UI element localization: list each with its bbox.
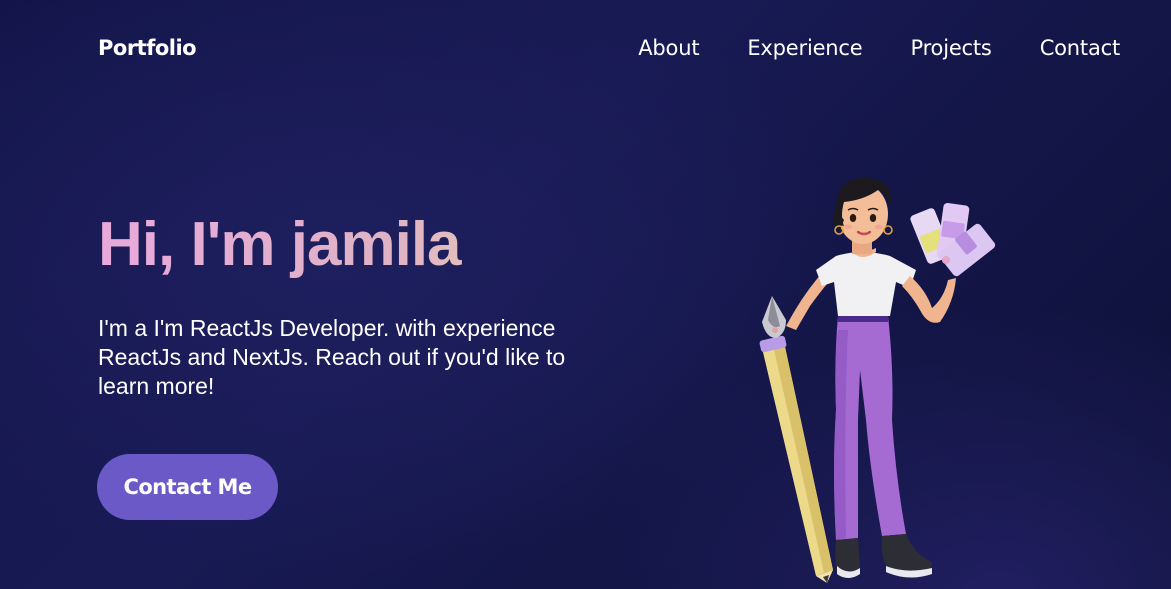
portfolio-page: Portfolio About Experience Projects Cont…	[0, 0, 1171, 589]
pencil-graphic	[759, 296, 833, 583]
shoes-graphic	[835, 534, 932, 578]
head-graphic	[832, 177, 893, 254]
nav-links: About Experience Projects Contact	[590, 36, 1120, 60]
nav-link-about[interactable]: About	[638, 36, 699, 60]
nav-item-about: About	[638, 36, 699, 60]
hero-avatar-illustration	[740, 170, 1020, 589]
navbar: Portfolio About Experience Projects Cont…	[0, 0, 1171, 100]
color-swatches-graphic	[910, 202, 996, 277]
nav-link-experience[interactable]: Experience	[747, 36, 862, 60]
hero-description: I'm a I'm ReactJs Developer. with experi…	[98, 315, 566, 399]
logo-link[interactable]: Portfolio	[98, 36, 197, 60]
contact-me-button[interactable]: Contact Me	[97, 454, 278, 520]
nav-link-contact[interactable]: Contact	[1040, 36, 1121, 60]
avatar-illustration-svg	[759, 177, 996, 583]
shirt-graphic	[816, 248, 916, 316]
nav-item-projects: Projects	[910, 36, 991, 60]
nav-item-contact: Contact	[1040, 36, 1121, 60]
pants-graphic	[834, 316, 906, 540]
hero-section: Hi, I'm jamila I'm a I'm ReactJs Develop…	[98, 205, 638, 401]
hero-title: Hi, I'm jamila	[98, 205, 638, 285]
nav-link-projects[interactable]: Projects	[910, 36, 991, 60]
nav-item-experience: Experience	[747, 36, 862, 60]
